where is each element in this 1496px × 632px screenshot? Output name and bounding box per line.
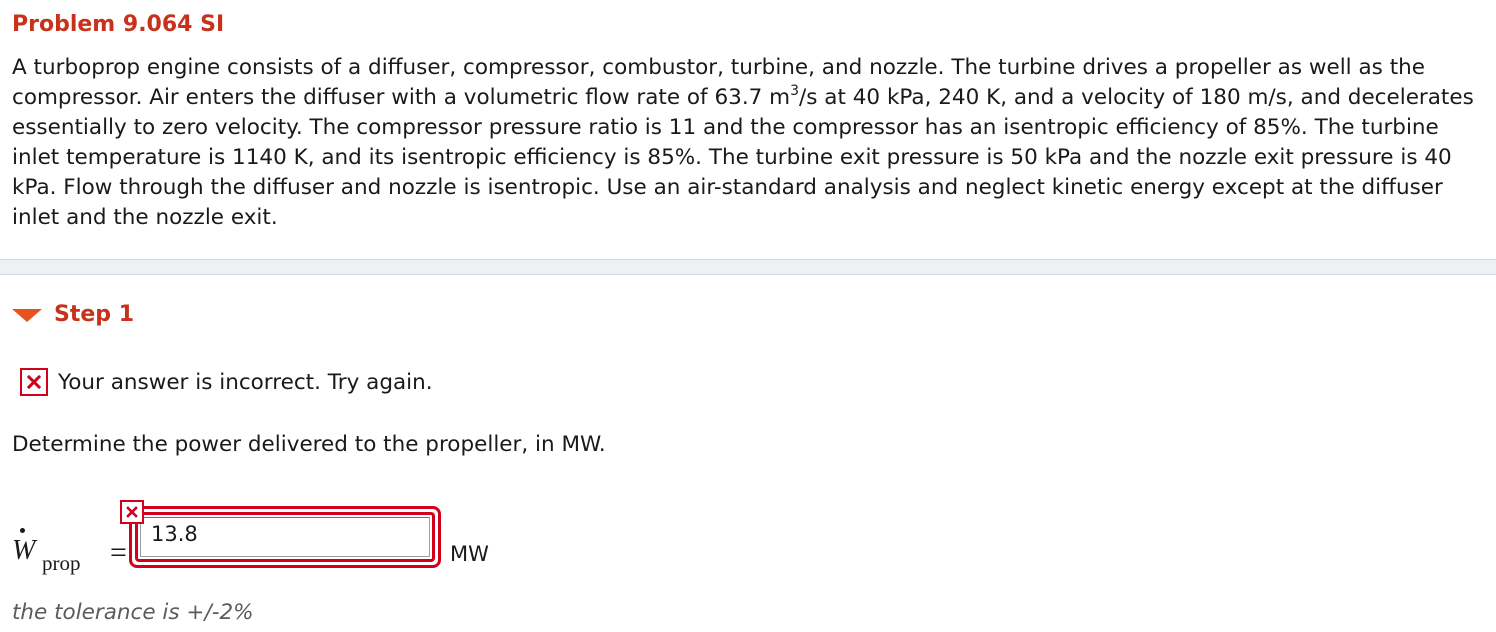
- variable-symbol: W: [12, 535, 36, 566]
- section-divider: [0, 259, 1496, 275]
- answer-input-inner-frame: [135, 512, 435, 562]
- problem-superscript: 3: [790, 83, 800, 99]
- dot-accent-icon: [20, 528, 25, 533]
- problem-title: Problem 9.064 SI: [12, 12, 225, 37]
- unit-label: MW: [450, 542, 489, 566]
- feedback-message: Your answer is incorrect. Try again.: [20, 366, 433, 398]
- triangle-down-icon[interactable]: [12, 308, 42, 322]
- feedback-text: Your answer is incorrect. Try again.: [58, 369, 433, 395]
- step-label[interactable]: Step 1: [54, 302, 134, 327]
- answer-equation: W prop = MW: [12, 500, 612, 586]
- problem-statement: A turboprop engine consists of a diffuse…: [12, 53, 1482, 233]
- tolerance-note: the tolerance is +/-2%: [12, 600, 254, 625]
- variable-subscript: prop: [42, 551, 81, 575]
- answer-input[interactable]: [140, 517, 430, 557]
- incorrect-x-icon: [20, 368, 48, 396]
- answer-input-frame: [129, 506, 441, 568]
- input-error-x-icon: [120, 500, 144, 524]
- question-text: Determine the power delivered to the pro…: [12, 432, 606, 457]
- step-toggle[interactable]: Step 1: [12, 299, 134, 329]
- equals-sign: =: [110, 536, 127, 569]
